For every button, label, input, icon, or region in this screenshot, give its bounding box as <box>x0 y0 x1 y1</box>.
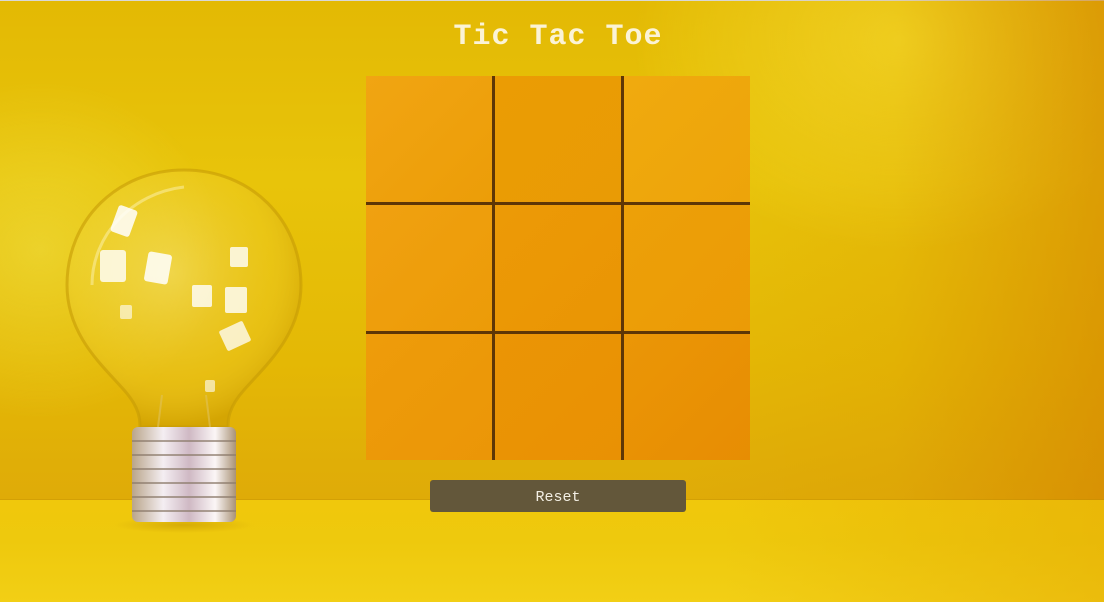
board-cell-5[interactable] <box>495 205 621 331</box>
floor-shade <box>724 500 1104 602</box>
board-cell-4[interactable] <box>366 205 492 331</box>
reset-button[interactable]: Reset <box>430 480 686 512</box>
page-title: Tic Tac Toe <box>453 20 663 54</box>
board-cell-8[interactable] <box>495 334 621 460</box>
board-cell-3[interactable] <box>624 76 750 202</box>
game-board <box>366 76 750 460</box>
board-cell-1[interactable] <box>366 76 492 202</box>
board-cell-6[interactable] <box>624 205 750 331</box>
light-bulb-icon <box>65 168 303 533</box>
board-cell-2[interactable] <box>495 76 621 202</box>
board-cell-9[interactable] <box>624 334 750 460</box>
board-cell-7[interactable] <box>366 334 492 460</box>
